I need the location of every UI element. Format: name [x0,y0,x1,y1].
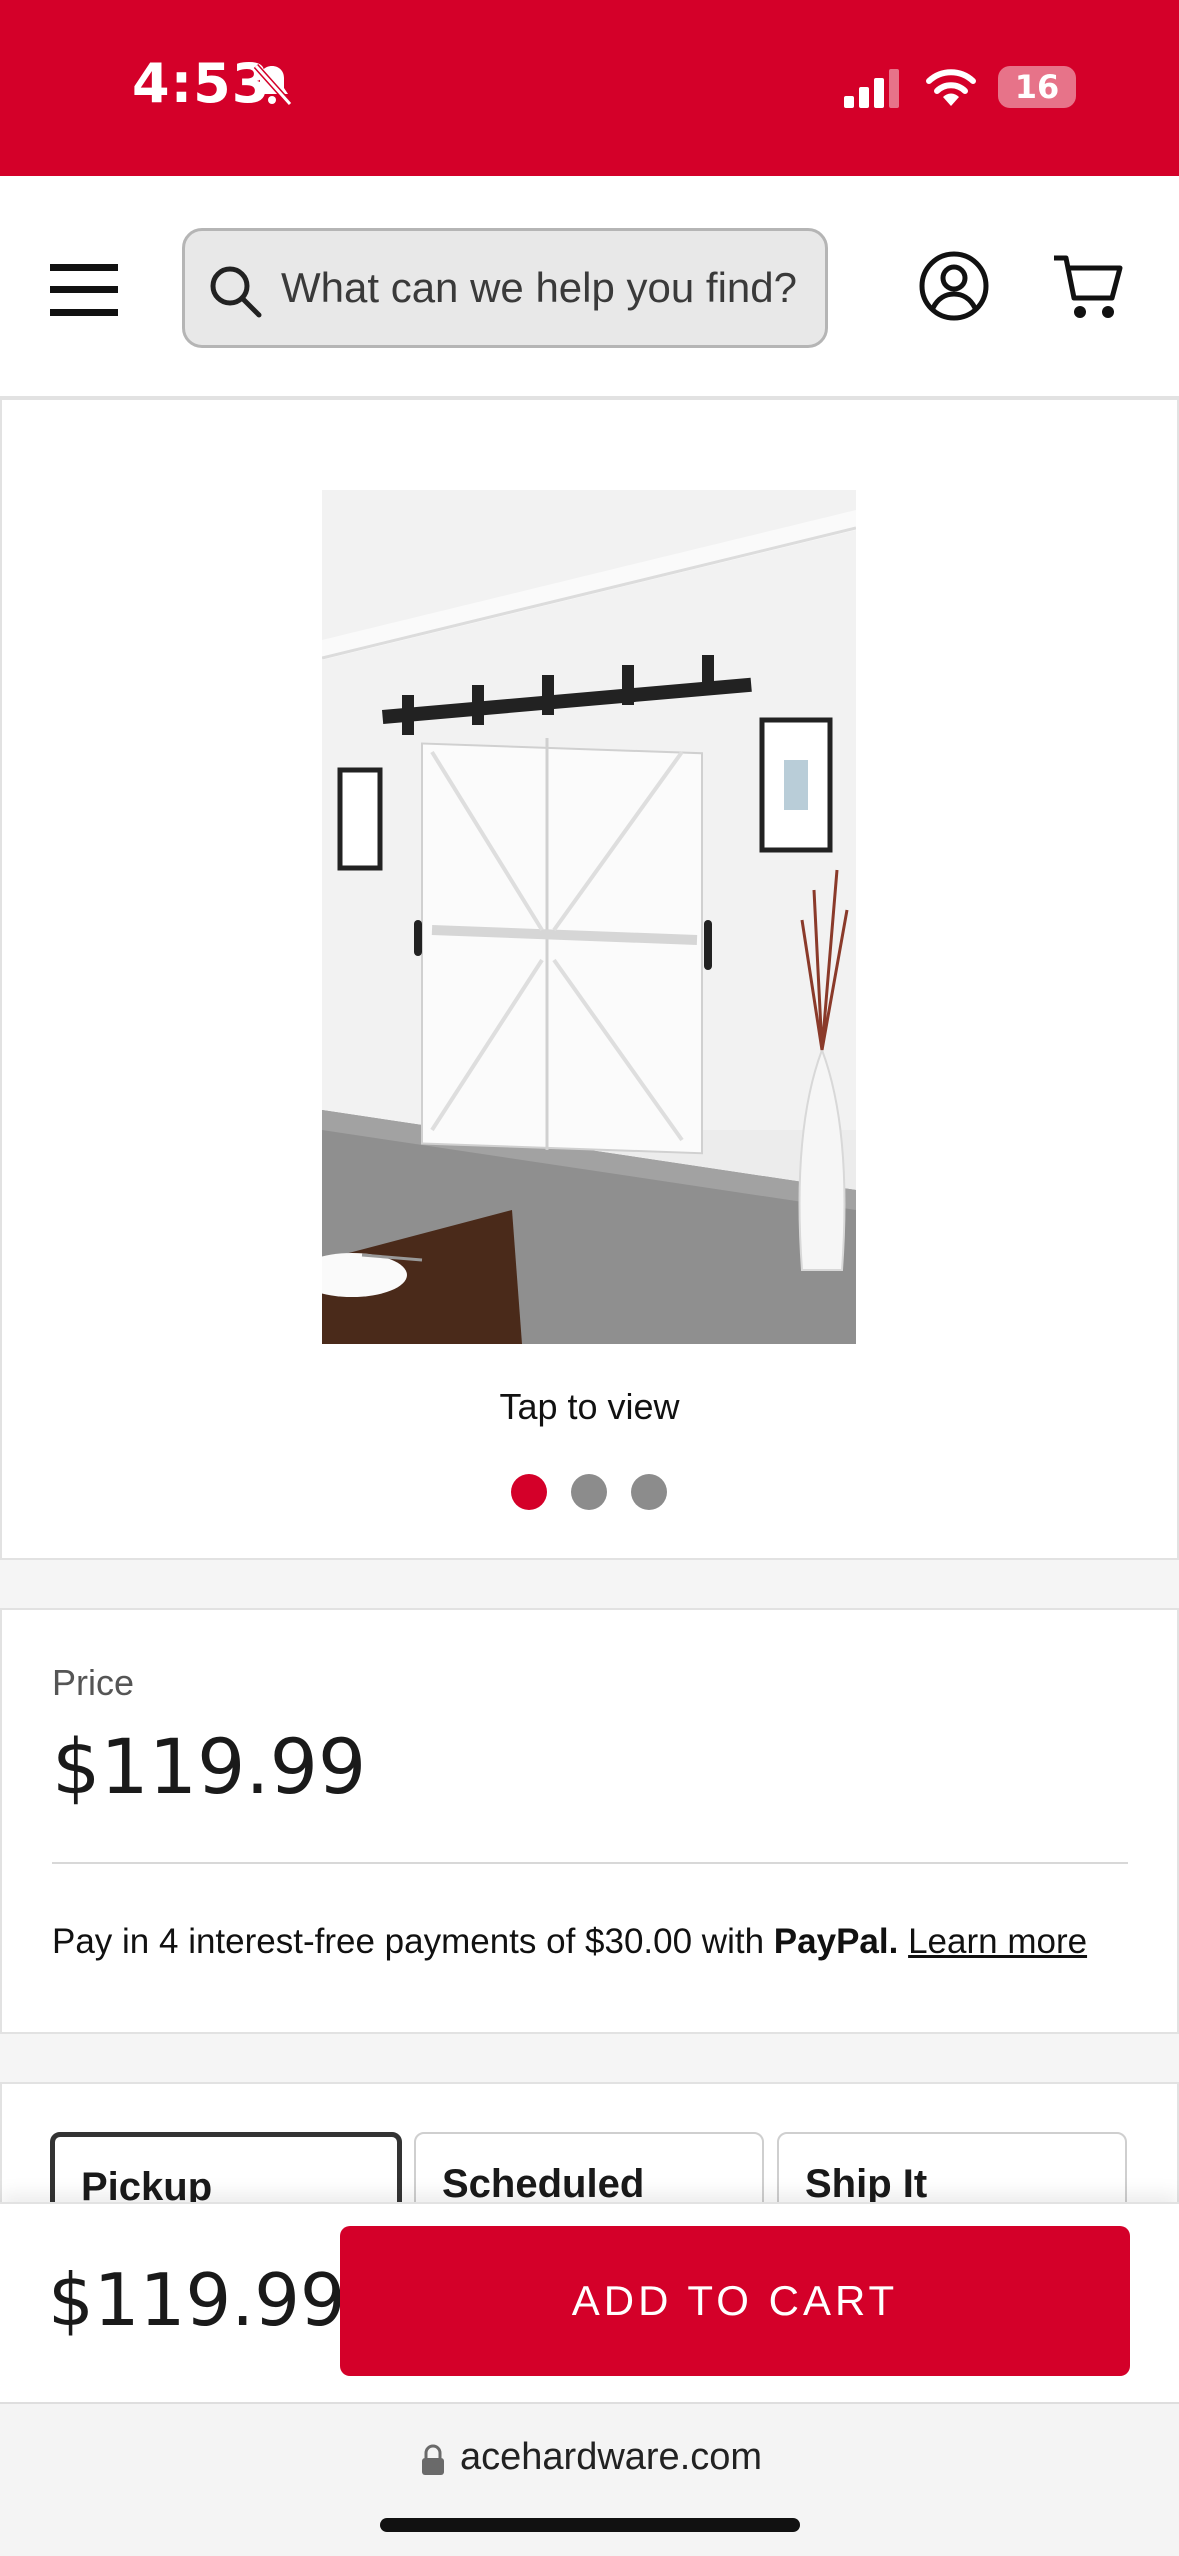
browser-address-bar[interactable] [0,2402,1179,2556]
battery-level: 16 [1014,68,1060,106]
wifi-icon [926,69,976,106]
battery-indicator: 16 [998,66,1076,108]
sticky-price: $119.99 [48,2258,346,2342]
shopping-cart-icon[interactable] [1052,252,1124,322]
learn-more-link[interactable]: Learn more [908,1922,1087,1961]
paypal-brand: PayPal. [773,1922,899,1961]
price-value: $119.99 [52,1722,367,1811]
bell-off-icon [253,63,293,107]
product-image[interactable] [322,490,856,1344]
account-icon[interactable] [918,250,990,322]
add-to-cart-button[interactable]: ADD TO CART [340,2226,1130,2376]
status-bar: 4:53 16 [0,0,1179,176]
hamburger-menu-icon[interactable] [48,260,120,320]
lock-icon [422,2444,444,2475]
tab-label: Ship It [805,2162,928,2206]
tab-label: Scheduled [442,2162,645,2206]
search-input[interactable] [281,231,821,345]
carousel-dot-1[interactable] [511,1474,547,1510]
search-icon [210,266,262,318]
carousel-dot-2[interactable] [571,1474,607,1510]
price-divider [52,1862,1128,1864]
search-box[interactable] [182,228,828,348]
cellular-signal-icon [844,69,899,108]
price-label: Price [52,1662,135,1703]
paypal-prefix: Pay in 4 interest-free payments of $30.0… [52,1922,765,1961]
home-indicator[interactable] [380,2518,800,2532]
tap-to-view-label[interactable]: Tap to view [0,1386,1179,1428]
price-card [0,1608,1179,2034]
page: 4:53 16 What can we help you find? Tap t… [0,0,1179,2556]
paypal-installments-text: Pay in 4 interest-free payments of $30.0… [52,1922,1152,1962]
url-text[interactable]: acehardware.com [460,2436,762,2479]
carousel-dot-3[interactable] [631,1474,667,1510]
